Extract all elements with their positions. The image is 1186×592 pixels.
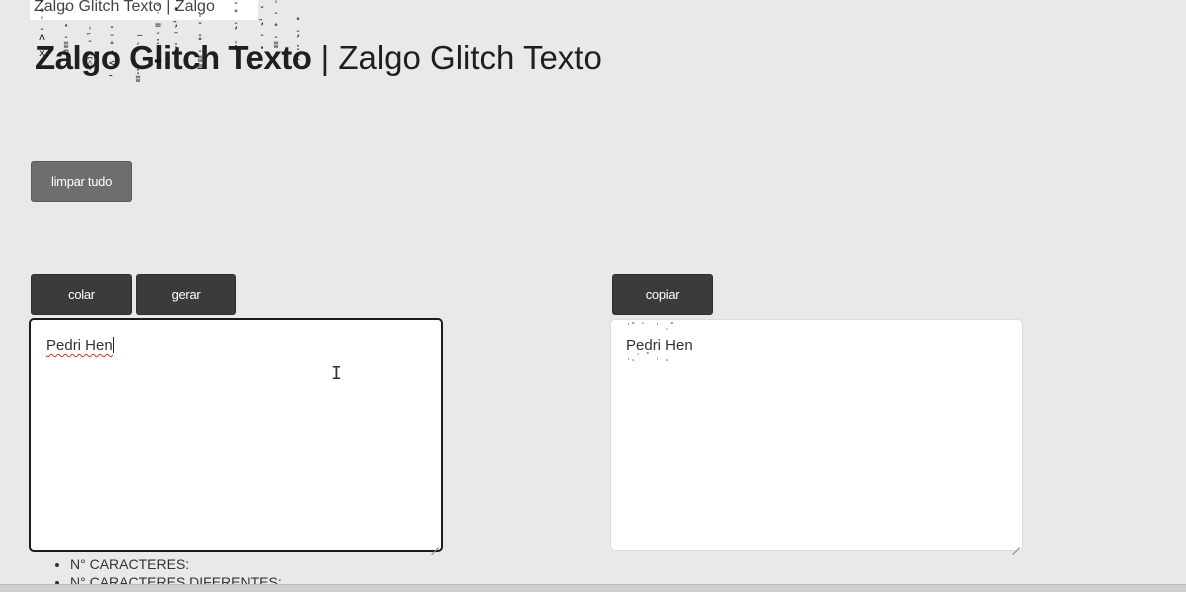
input-textarea[interactable]: Pedri Hen bbox=[29, 318, 443, 552]
generate-button[interactable]: gerar bbox=[136, 274, 236, 315]
generate-label: gerar bbox=[171, 287, 201, 302]
output-marks-top: ˈ˚ ˇ ˈ ˌ˚ bbox=[626, 322, 675, 331]
output-resize-handle[interactable] bbox=[1012, 540, 1020, 548]
input-text: Pedri Hen bbox=[46, 337, 113, 354]
output-marks-bottom: ˌ˳ˈ ˚ ˌ ˳ bbox=[626, 352, 670, 361]
copy-button[interactable]: copiar bbox=[612, 274, 713, 315]
paste-label: colar bbox=[68, 287, 95, 302]
output-textarea[interactable]: ˈ˚ ˇ ˈ ˌ˚ Pedri Hen ˌ˳ˈ ˚ ˌ ˳ bbox=[610, 319, 1023, 551]
page-title-plain: | Zalgo Glitch Texto bbox=[311, 39, 602, 76]
clear-all-button[interactable]: limpar tudo bbox=[31, 161, 132, 202]
ibeam-cursor-icon: I bbox=[331, 363, 342, 384]
paste-button[interactable]: colar bbox=[31, 274, 132, 315]
resize-handle[interactable] bbox=[431, 540, 439, 548]
clear-all-label: limpar tudo bbox=[50, 174, 112, 189]
horizontal-scrollbar[interactable] bbox=[0, 584, 1186, 592]
page-title-zalgo: Zalgo Glitch Texto bbox=[35, 39, 312, 76]
overflow-title-strip: Zalgo Glitch Texto | Zalgo bbox=[30, 0, 258, 20]
copy-label: copiar bbox=[645, 287, 680, 302]
output-zalgo-text: ˈ˚ ˇ ˈ ˌ˚ Pedri Hen ˌ˳ˈ ˚ ˌ ˳ bbox=[626, 323, 693, 361]
zalgo-text-page: Zalgo Glitch Texto | Zalgo Zalgo Glitch … bbox=[0, 0, 1186, 592]
text-caret bbox=[112, 337, 114, 353]
page-title: Zalgo Glitch Texto | Zalgo Glitch Texto bbox=[35, 38, 602, 78]
stat-char-count: N° CARACTERES: bbox=[70, 555, 282, 573]
overflow-title-text: Zalgo Glitch Texto | Zalgo bbox=[34, 0, 215, 15]
